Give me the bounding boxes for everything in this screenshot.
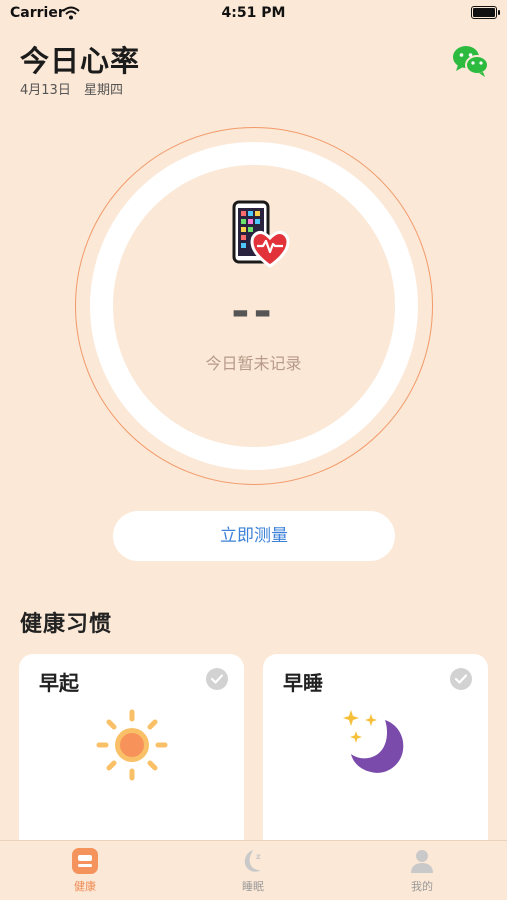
tab-profile[interactable]: 我的 xyxy=(372,847,472,894)
habit-card-label: 早起 xyxy=(39,671,79,695)
profile-icon xyxy=(372,847,472,875)
health-icon xyxy=(35,847,135,875)
phone-heart-icon xyxy=(228,200,290,270)
date-row: 4月13日 星期四 xyxy=(20,79,132,98)
tab-bar: 健康 z 睡眠 我的 xyxy=(0,840,507,900)
habit-card-early-rise[interactable]: 早起 xyxy=(19,654,244,854)
tab-sleep[interactable]: z 睡眠 xyxy=(203,847,303,894)
heart-rate-value: -- xyxy=(231,286,276,337)
status-bar: Carrier 4:51 PM xyxy=(0,0,507,28)
check-icon[interactable] xyxy=(450,668,472,690)
tab-health[interactable]: 健康 xyxy=(35,847,135,894)
tab-label: 我的 xyxy=(411,880,433,893)
measure-now-button[interactable]: 立即测量 xyxy=(113,511,395,561)
heart-rate-status: 今日暂未记录 xyxy=(205,354,302,373)
date-label: 4月13日 xyxy=(20,83,71,98)
check-icon[interactable] xyxy=(206,668,228,690)
sleep-icon: z xyxy=(203,847,303,875)
habit-card-early-sleep[interactable]: 早睡 xyxy=(263,654,488,854)
habit-card-label: 早睡 xyxy=(283,671,323,695)
status-time: 4:51 PM xyxy=(221,5,286,21)
moon-stars-icon xyxy=(339,708,413,782)
svg-text:z: z xyxy=(256,852,261,861)
habits-section-title: 健康习惯 xyxy=(20,612,113,637)
weekday-label: 星期四 xyxy=(83,83,123,98)
battery-icon xyxy=(471,6,500,19)
page-title: 今日心率 xyxy=(20,44,141,78)
wechat-share-icon[interactable] xyxy=(452,44,490,78)
tab-label: 睡眠 xyxy=(242,880,264,893)
sun-icon xyxy=(95,708,169,782)
tab-label: 健康 xyxy=(74,880,96,893)
